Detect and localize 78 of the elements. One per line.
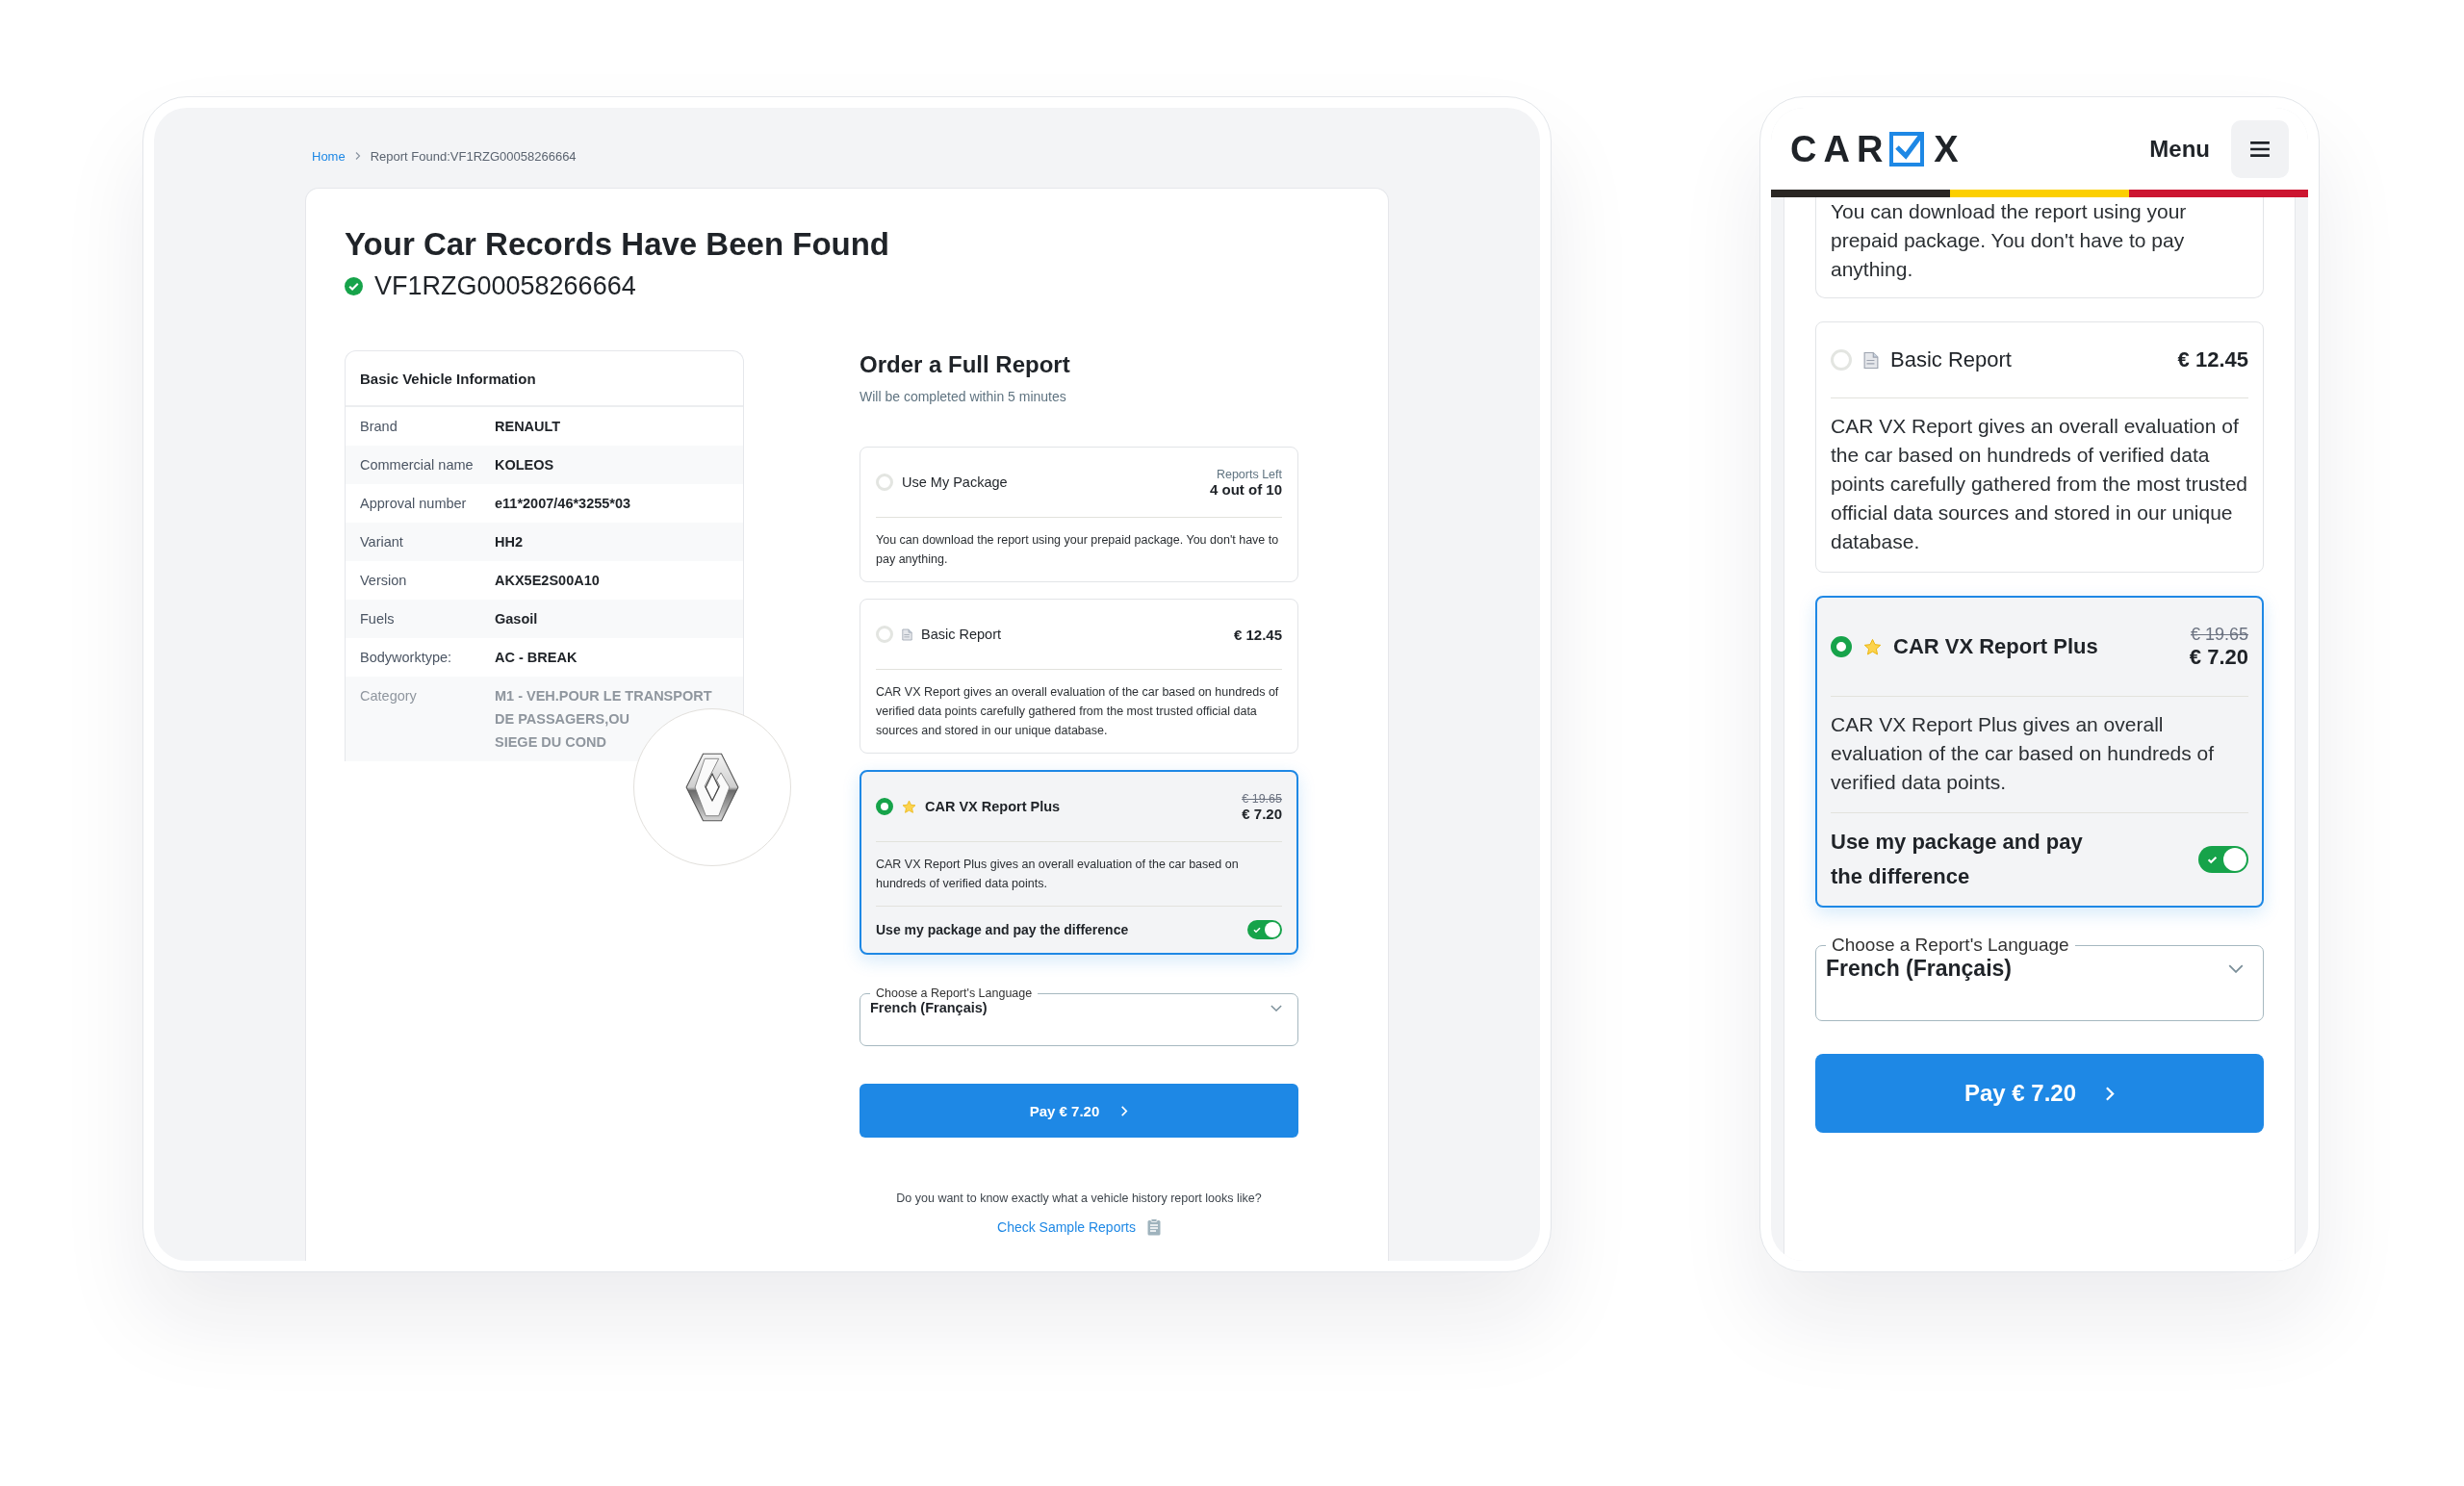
- chevron-right-icon: [1120, 1105, 1129, 1116]
- option-description: CAR VX Report Plus gives an overall evaluation of the car based on hundreds of verified data points.: [876, 857, 1240, 892]
- option-title: CAR VX Report Plus: [925, 799, 1061, 814]
- option-description: You can download the report using your prepaid package. You don't have to pay anything.: [876, 532, 1280, 568]
- reports-left-label: Reports Left: [1216, 467, 1282, 481]
- field-value: AKX5E2S00A10: [495, 572, 601, 590]
- vin-number: VF1RZG00058266664: [374, 270, 636, 302]
- option-price: € 7.20: [1242, 805, 1282, 822]
- option-title: CAR VX Report Plus: [1893, 634, 2098, 659]
- report-option-card[interactable]: You can download the report using your prepaid package. You don't have to pay anything.: [1815, 197, 2264, 298]
- table-heading: Basic Vehicle Information: [346, 351, 743, 407]
- breadcrumb-current: Report Found:VF1RZG00058266664: [370, 148, 577, 164]
- reports-left-count: 4 out of 10: [1210, 480, 1282, 498]
- clipboard-icon: [1146, 1218, 1161, 1236]
- report-option-card[interactable]: [860, 599, 1298, 754]
- chevron-down-icon: [2228, 964, 2244, 973]
- option-price: € 12.45: [1233, 626, 1282, 643]
- menu-icon: [2249, 140, 2271, 158]
- menu-label[interactable]: Menu: [2149, 135, 2210, 163]
- pay-button[interactable]: Pay € 7.20: [860, 1084, 1298, 1138]
- field-value: HH2: [495, 533, 524, 551]
- field-label: Commercial name: [359, 456, 475, 474]
- toggle-label: Use my package and pay the difference: [876, 922, 1129, 937]
- field-label: Brand: [359, 418, 398, 436]
- chevron-down-icon: [1270, 1004, 1282, 1012]
- page-title: Your Car Records Have Been Found: [345, 225, 890, 264]
- star-icon: [902, 799, 916, 814]
- field-value: AC - BREAK: [495, 649, 578, 667]
- star-icon: [1863, 637, 1882, 656]
- field-label: Category: [359, 687, 418, 705]
- field-value: KOLEOS: [495, 456, 555, 474]
- field-label: Fuels: [359, 610, 396, 628]
- option-description: CAR VX Report gives an overall evaluation of the car based on hundreds of verified data points carefully gathered from the most trusted official data sources and stored in our unique database.: [1831, 414, 2248, 554]
- field-value: M1 - VEH.POUR LE TRANSPORT: [495, 687, 712, 705]
- diamond-logo-icon: [685, 752, 739, 823]
- report-option-card[interactable]: [1815, 321, 2264, 573]
- option-description: CAR VX Report Plus gives an overall evaluation of the car based on hundreds of verified data points.: [1831, 712, 2216, 795]
- option-title: Basic Report: [1890, 347, 2012, 372]
- radio-button[interactable]: [1831, 636, 1852, 657]
- option-title: Use My Package: [902, 474, 1008, 490]
- checkbox-logo-icon: [1889, 131, 1925, 167]
- logo-text: CAR: [1790, 130, 1890, 167]
- menu-button[interactable]: [2231, 119, 2289, 178]
- old-price: € 19.65: [1242, 791, 1282, 806]
- old-price: € 19.65: [2190, 624, 2248, 645]
- field-label: Version: [359, 572, 408, 590]
- field-label: Variant: [359, 533, 404, 551]
- check-icon: [1252, 925, 1262, 935]
- option-price: € 12.45: [2177, 347, 2248, 372]
- report-option-card[interactable]: CAR VX Report Plus € 19.65 € 7.20 CAR VX Report Plus gives an overall evaluation of the car based on hundreds of verified data points. Use my package and pay the difference: [860, 770, 1298, 955]
- field-value: RENAULT: [495, 418, 562, 436]
- field-value: Gasoil: [495, 610, 539, 628]
- option-title: Basic Report: [921, 627, 1001, 642]
- section-subtitle: Will be completed within 5 minutes: [860, 389, 1067, 404]
- field-label: Approval number: [359, 495, 468, 513]
- field-label: Bodyworktype:: [359, 649, 453, 667]
- toggle-label: Use my package and pay the difference: [1831, 829, 2084, 890]
- field-value: SIEGE DU COND: [495, 733, 606, 752]
- toggle-switch[interactable]: [1247, 920, 1282, 939]
- sample-prompt: Do you want to know exactly what a vehicle history report looks like?: [895, 1191, 1263, 1205]
- option-description: CAR VX Report gives an overall evaluation of the car based on hundreds of verified data points carefully gathered from the most trusted official data sources and stored in our unique database.: [876, 684, 1280, 739]
- document-icon: [1863, 350, 1879, 370]
- pay-button[interactable]: Pay € 7.20: [1815, 1054, 2264, 1133]
- option-description: You can download the report using your prepaid package. You don't have to pay anything.: [1831, 199, 2188, 282]
- document-icon: [902, 628, 912, 641]
- language-select[interactable]: Choose a Report's Language French (Français): [860, 986, 1298, 1046]
- field-value: e11*2007/46*3255*03: [495, 495, 632, 513]
- logo-text: X: [1934, 130, 1965, 167]
- section-title: Order a Full Report: [860, 350, 1071, 379]
- report-option-card[interactable]: Use My Package Reports Left 4 out of 10 You can download the report using your prepaid package. You don't have to pay anything.: [860, 447, 1298, 582]
- option-price: € 7.20: [2189, 644, 2248, 670]
- report-option-card[interactable]: CAR VX Report Plus € 19.65 € 7.20 CAR VX Report Plus gives an overall evaluation of the car based on hundreds of verified data points. Use my package and pay the difference: [1815, 596, 2264, 908]
- radio-button[interactable]: [876, 798, 893, 815]
- toggle-switch[interactable]: [2198, 846, 2248, 873]
- check-circle-icon: [345, 276, 363, 295]
- chevron-right-icon: [2105, 1086, 2116, 1101]
- sample-reports-link[interactable]: Check Sample Reports: [997, 1219, 1136, 1235]
- field-value: DE PASSAGERS,OU: [495, 710, 629, 729]
